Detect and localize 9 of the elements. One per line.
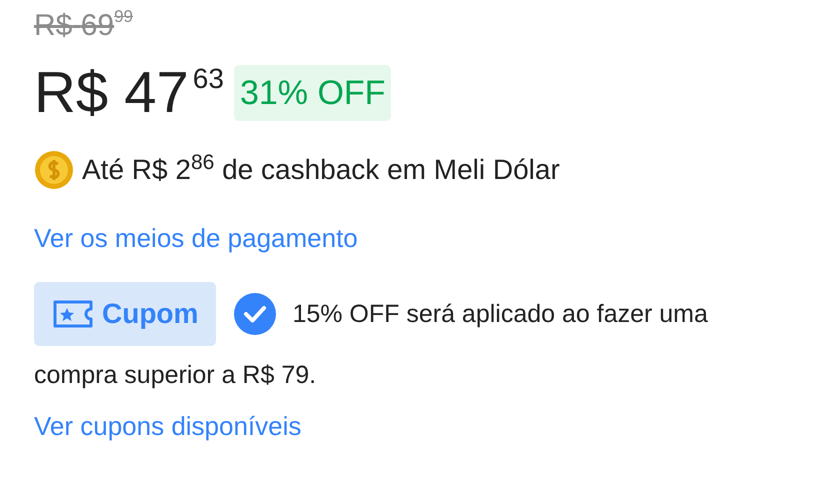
cashback-text: Até R$ 2$^{86}$ de cashback em Meli Dólar [82,150,560,187]
coupon-description: compra superior a R$ 79. [34,360,318,391]
ticket-star-icon [52,299,94,329]
coupon-label: Cupom [102,297,198,331]
discount-badge: 31% OFF [234,65,392,121]
payment-methods-link[interactable]: Ver os meios de pagamento [34,223,358,253]
coupon-description: 15% OFF será aplicado ao fazer uma [292,299,708,330]
coin-icon [34,150,74,190]
available-coupons-link[interactable]: Ver cupons disponíveis [34,411,302,441]
